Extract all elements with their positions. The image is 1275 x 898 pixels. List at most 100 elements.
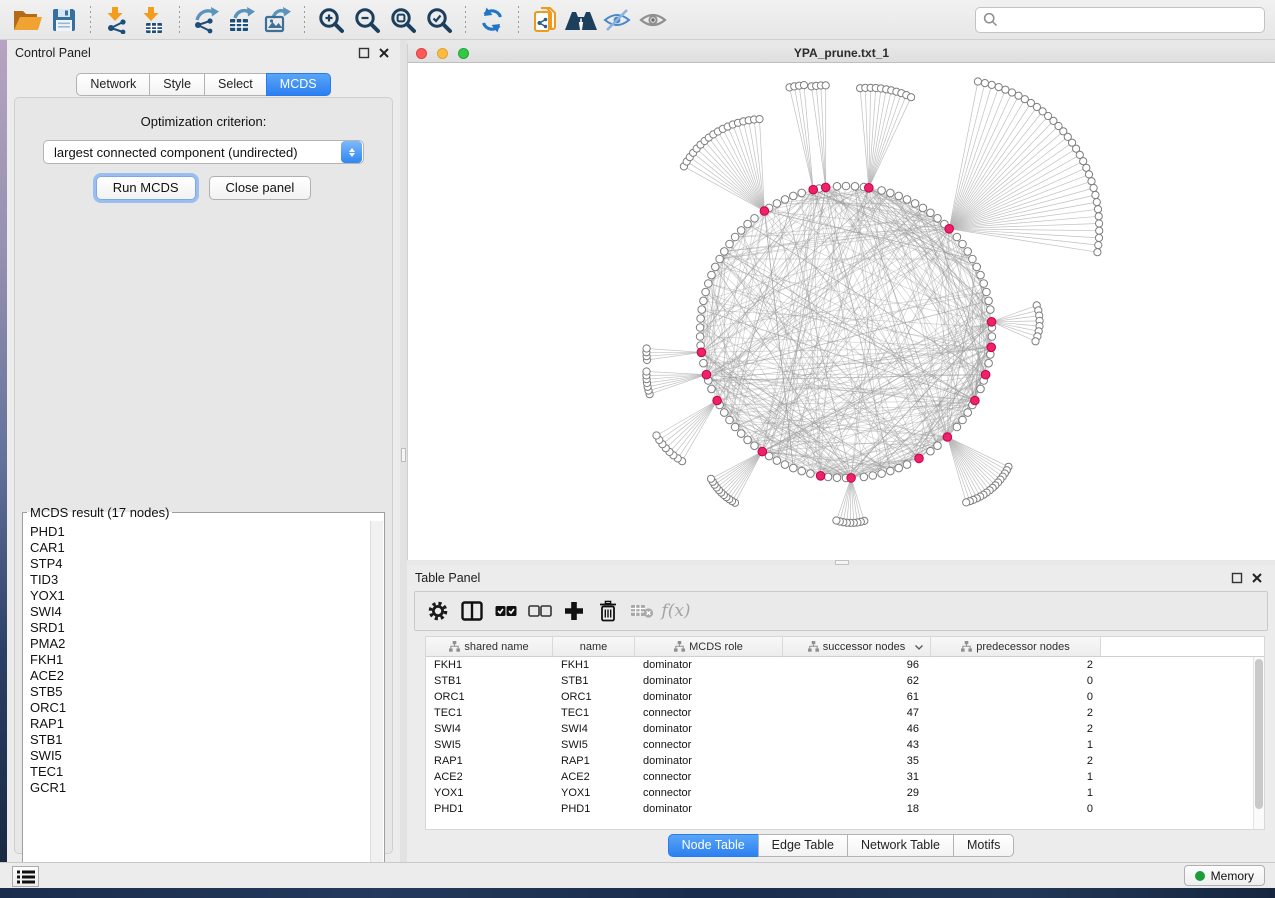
table-scrollbar[interactable] (1253, 657, 1264, 829)
table-cell-name: ORC1 (553, 689, 635, 705)
table-cell-successors: 46 (783, 721, 931, 737)
memory-button[interactable]: Memory (1184, 865, 1265, 886)
table-row[interactable]: STB1STB1dominator620 (426, 673, 1264, 689)
close-panel-button[interactable]: Close panel (209, 176, 312, 200)
mcds-result-item[interactable]: RAP1 (30, 716, 383, 732)
column-header-mcds-role[interactable]: MCDS role (635, 637, 783, 657)
table-row[interactable]: SWI5SWI5connector431 (426, 737, 1264, 753)
zoom-in-button[interactable] (313, 3, 349, 37)
delete-table-button[interactable] (625, 595, 659, 627)
export-table-button[interactable] (224, 3, 260, 37)
table-row[interactable]: ORC1ORC1dominator610 (426, 689, 1264, 705)
create-column-button[interactable] (557, 595, 591, 627)
mcds-result-item[interactable]: STB5 (30, 684, 383, 700)
mcds-result-item[interactable]: STB1 (30, 732, 383, 748)
float-panel-icon[interactable] (358, 47, 370, 59)
zoom-fit-button[interactable] (385, 3, 421, 37)
save-session-button[interactable] (46, 3, 82, 37)
window-zoom-traffic-light[interactable] (458, 48, 469, 59)
toolbar-separator (465, 6, 466, 34)
mcds-result-item[interactable]: TEC1 (30, 764, 383, 780)
mcds-result-item[interactable]: FKH1 (30, 652, 383, 668)
tab-style[interactable]: Style (149, 73, 205, 96)
tab-network[interactable]: Network (76, 73, 150, 96)
select-all-button[interactable] (489, 595, 523, 627)
column-header-successor-nodes[interactable]: successor nodes (783, 637, 931, 657)
mcds-result-item[interactable]: SWI4 (30, 604, 383, 620)
search-input[interactable] (998, 10, 1257, 30)
network-graph[interactable] (408, 63, 1275, 560)
tab-select[interactable]: Select (204, 73, 267, 96)
delete-column-button[interactable] (591, 595, 625, 627)
table-settings-button[interactable] (421, 595, 455, 627)
mcds-result-item[interactable]: SWI5 (30, 748, 383, 764)
share-document-button[interactable] (527, 3, 563, 37)
table-cell-predecessors: 0 (931, 801, 1101, 817)
hierarchy-icon (961, 641, 972, 652)
deselect-all-button[interactable] (523, 595, 557, 627)
table-cell-shared-name: FKH1 (426, 657, 553, 673)
mcds-result-item[interactable]: SRD1 (30, 620, 383, 636)
mcds-result-item[interactable]: ACE2 (30, 668, 383, 684)
tab-motifs[interactable]: Motifs (953, 834, 1014, 857)
window-minimize-traffic-light[interactable] (437, 48, 448, 59)
import-network-button[interactable] (99, 3, 135, 37)
table-cell-role: connector (635, 785, 783, 801)
table-cell-successors: 43 (783, 737, 931, 753)
table-cell-name: TEC1 (553, 705, 635, 721)
table-row[interactable]: TEC1TEC1connector472 (426, 705, 1264, 721)
tab-edge-table[interactable]: Edge Table (758, 834, 848, 857)
show-panels-list-button[interactable] (12, 866, 39, 887)
function-builder-button[interactable]: f(x) (659, 595, 693, 627)
search-network-button[interactable] (563, 3, 599, 37)
table-row[interactable]: SWI4SWI4dominator462 (426, 721, 1264, 737)
close-panel-icon[interactable] (378, 47, 390, 59)
tab-mcds[interactable]: MCDS (266, 73, 331, 96)
tab-network-table[interactable]: Network Table (847, 834, 954, 857)
column-header-predecessor-nodes[interactable]: predecessor nodes (931, 637, 1101, 657)
open-file-button[interactable] (10, 3, 46, 37)
mcds-result-item[interactable]: YOX1 (30, 588, 383, 604)
close-panel-icon[interactable] (1251, 572, 1263, 584)
mcds-result-item[interactable]: PHD1 (30, 524, 383, 540)
show-columns-button[interactable] (455, 595, 489, 627)
toolbar-separator (179, 6, 180, 34)
column-header-shared-name[interactable]: shared name (426, 637, 553, 657)
mcds-result-item[interactable]: TID3 (30, 572, 383, 588)
zoom-out-button[interactable] (349, 3, 385, 37)
plus-icon (564, 601, 584, 621)
tab-node-table[interactable]: Node Table (668, 834, 759, 857)
vertical-splitter-grabber[interactable] (401, 448, 406, 462)
mcds-result-item[interactable]: GCR1 (30, 780, 383, 796)
criterion-selected-value: largest connected component (undirected) (44, 145, 341, 160)
mcds-result-item[interactable]: PMA2 (30, 636, 383, 652)
run-mcds-button[interactable]: Run MCDS (96, 176, 196, 200)
import-table-button[interactable] (135, 3, 171, 37)
window-close-traffic-light[interactable] (416, 48, 427, 59)
mcds-result-item[interactable]: ORC1 (30, 700, 383, 716)
vertical-splitter[interactable] (400, 40, 407, 862)
table-scrollbar-thumb[interactable] (1255, 659, 1263, 809)
export-image-button[interactable] (260, 3, 296, 37)
show-graphics-details-button[interactable] (635, 3, 671, 37)
network-window-titlebar[interactable]: YPA_prune.txt_1 (408, 44, 1275, 63)
table-row[interactable]: ACE2ACE2connector311 (426, 769, 1264, 785)
table-cell-role: connector (635, 705, 783, 721)
hide-graphics-details-button[interactable] (599, 3, 635, 37)
delete-table-icon (630, 603, 654, 619)
column-header-name[interactable]: name (553, 637, 635, 657)
zoom-fit-icon (389, 6, 417, 34)
table-row[interactable]: YOX1YOX1connector291 (426, 785, 1264, 801)
table-row[interactable]: FKH1FKH1dominator962 (426, 657, 1264, 673)
criterion-select[interactable]: largest connected component (undirected) (43, 140, 364, 164)
export-network-button[interactable] (188, 3, 224, 37)
zoom-selected-button[interactable] (421, 3, 457, 37)
mcds-result-item[interactable]: STP4 (30, 556, 383, 572)
mcds-list-scrollbar[interactable] (370, 521, 383, 875)
float-panel-icon[interactable] (1231, 572, 1243, 584)
table-cell-successors: 61 (783, 689, 931, 705)
table-row[interactable]: PHD1PHD1dominator180 (426, 801, 1264, 817)
table-row[interactable]: RAP1RAP1dominator352 (426, 753, 1264, 769)
mcds-result-item[interactable]: CAR1 (30, 540, 383, 556)
refresh-button[interactable] (474, 3, 510, 37)
